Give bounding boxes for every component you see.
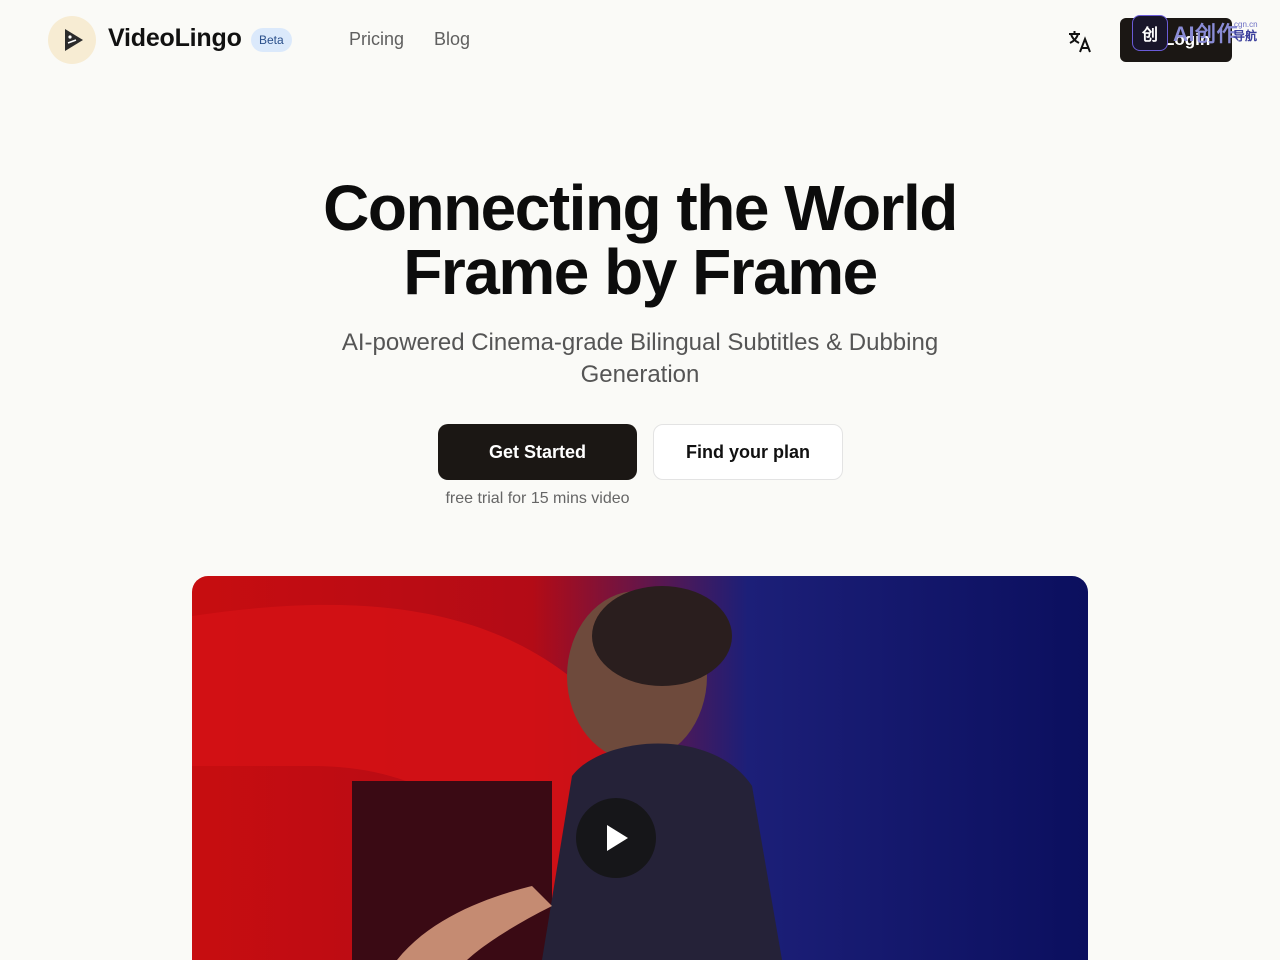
nav-pricing[interactable]: Pricing bbox=[349, 29, 404, 50]
video-frame bbox=[192, 586, 782, 960]
hero-subtitle: AI-powered Cinema-grade Bilingual Subtit… bbox=[341, 329, 939, 388]
watermark-text: AI创作 bbox=[1173, 23, 1238, 46]
trial-note: free trial for 15 mins video bbox=[445, 490, 630, 507]
videolingo-logo[interactable] bbox=[48, 16, 96, 64]
hero-title-line-1: Connecting the World bbox=[323, 172, 958, 244]
watermark-logo: 创 bbox=[1132, 15, 1168, 51]
watermark-subtext: 导航 bbox=[1233, 29, 1258, 43]
play-icon bbox=[607, 825, 628, 851]
hero-title-line-2: Frame by Frame bbox=[403, 236, 878, 308]
nav-blog[interactable]: Blog bbox=[434, 29, 470, 50]
demo-video[interactable] bbox=[192, 576, 1088, 960]
play-logo-icon bbox=[65, 29, 83, 51]
hero-title: Connecting the World Frame by Frame bbox=[240, 176, 1040, 304]
find-plan-button[interactable]: Find your plan bbox=[653, 424, 843, 480]
get-started-button[interactable]: Get Started bbox=[438, 424, 637, 480]
beta-badge: Beta bbox=[251, 28, 292, 52]
translate-icon bbox=[1069, 31, 1091, 53]
language-switcher[interactable] bbox=[1066, 27, 1094, 55]
site-header: VideoLingo Beta Pricing Blog Login 创 AI创… bbox=[0, 0, 1280, 80]
brand-name[interactable]: VideoLingo bbox=[108, 24, 242, 53]
play-button[interactable] bbox=[576, 798, 656, 878]
